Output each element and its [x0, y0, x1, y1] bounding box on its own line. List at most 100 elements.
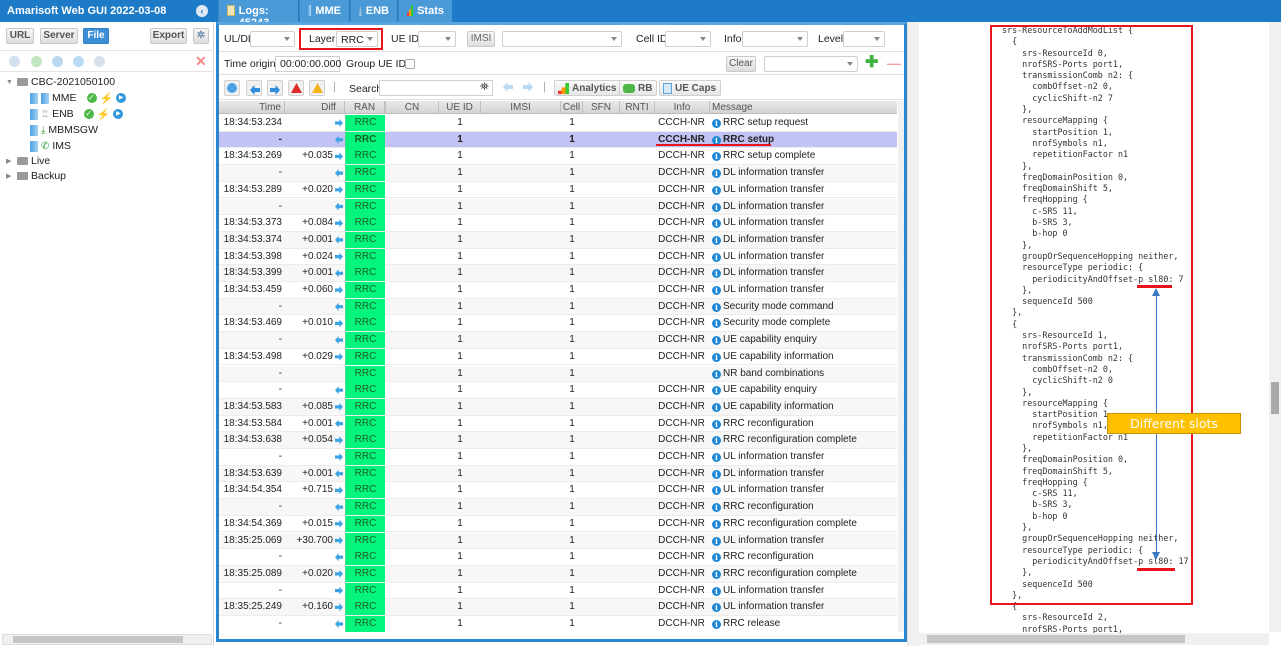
- filter-preset-select[interactable]: [764, 56, 858, 72]
- file-button[interactable]: File: [83, 28, 109, 44]
- table-row[interactable]: 18:34:53.459 +0.060 RRC 1 1 DCCH-NR i UL inform…: [219, 282, 897, 299]
- warning-icon[interactable]: [309, 80, 325, 96]
- arrow-right-icon[interactable]: [267, 80, 283, 96]
- table-row[interactable]: 18:35:25.249 +0.160 RRC 1 1 DCCH-NR i UL inform…: [219, 599, 897, 616]
- tree-node-live[interactable]: ▶ Live: [6, 154, 50, 168]
- tab-stats[interactable]: Stats: [398, 0, 452, 22]
- column-header-diff[interactable]: Diff: [285, 101, 345, 114]
- table-row[interactable]: 18:34:53.374 +0.001 RRC 1 1 DCCH-NR i DL inform…: [219, 231, 897, 249]
- tab-enb[interactable]: ENB: [350, 0, 397, 22]
- column-header-time[interactable]: Time: [219, 101, 285, 114]
- column-header-imsi[interactable]: IMSI: [481, 101, 561, 114]
- table-row[interactable]: - RRC 1 1 DCCH-NR i DL information transfer: [219, 165, 897, 182]
- table-row[interactable]: - RRC 1 1 DCCH-NR i DL information transfer: [219, 198, 897, 216]
- tab-logs[interactable]: Logs: 45243: [218, 0, 298, 29]
- check-icon[interactable]: [31, 56, 42, 67]
- tree-node-root[interactable]: ▼ CBC-2021050100: [6, 75, 115, 89]
- plug-icon[interactable]: [94, 56, 105, 67]
- table-row[interactable]: 18:34:53.639 +0.001 RRC 1 1 DCCH-NR i DL inform…: [219, 465, 897, 483]
- tree-node-ims[interactable]: ✆ IMS: [30, 139, 71, 153]
- table-row[interactable]: 18:34:54.369 +0.015 RRC 1 1 DCCH-NR i RRC recon…: [219, 515, 897, 533]
- binoculars-icon[interactable]: ⛯: [480, 81, 489, 94]
- refresh-icon[interactable]: [52, 56, 63, 67]
- collapse-left-panel-icon[interactable]: ‹: [196, 5, 208, 17]
- play-icon[interactable]: [73, 56, 84, 67]
- analytics-button[interactable]: Analytics: [554, 80, 622, 96]
- table-row[interactable]: 18:34:53.234 RRC 1 1 CCCH-NR i RRC setup reque…: [219, 115, 897, 132]
- detail-horizontal-scrollbar[interactable]: [919, 633, 1269, 645]
- table-row[interactable]: 18:34:53.638 +0.054 RRC 1 1 DCCH-NR i RRC recon…: [219, 432, 897, 449]
- export-button[interactable]: Export: [150, 28, 187, 44]
- table-row[interactable]: 18:34:53.469 +0.010 RRC 1 1 DCCH-NR i Security …: [219, 315, 897, 333]
- table-row[interactable]: - RRC 1 1 DCCH-NR i UL information transfer: [219, 449, 897, 466]
- scrollbar-thumb[interactable]: [13, 636, 183, 643]
- table-row[interactable]: 18:34:53.498 +0.029 RRC 1 1 DCCH-NR i UE capabi…: [219, 348, 897, 366]
- table-row[interactable]: - RRC 1 1 DCCH-NR i UE capability enquiry: [219, 382, 897, 399]
- table-row[interactable]: 18:34:54.354 +0.715 RRC 1 1 DCCH-NR i UL inform…: [219, 482, 897, 500]
- tree-node-backup[interactable]: ▶ Backup: [6, 169, 66, 183]
- info-select[interactable]: [742, 31, 808, 47]
- table-row[interactable]: 18:34:53.584 +0.001 RRC 1 1 DCCH-NR i RRC recon…: [219, 415, 897, 433]
- table-row[interactable]: - RRC 1 1 DCCH-NR i RRC reconfiguration: [219, 499, 897, 516]
- error-icon[interactable]: [288, 80, 304, 96]
- table-row[interactable]: 18:34:53.269 +0.035 RRC 1 1 DCCH-NR i RRC setup…: [219, 148, 897, 166]
- url-button[interactable]: URL: [6, 28, 34, 44]
- ueid-select[interactable]: [418, 31, 456, 47]
- imsi-button[interactable]: IMSI: [467, 31, 495, 47]
- table-row[interactable]: 18:34:53.373 +0.084 RRC 1 1 DCCH-NR i UL inform…: [219, 215, 897, 232]
- table-row[interactable]: 18:34:53.583 +0.085 RRC 1 1 DCCH-NR i UE capabi…: [219, 398, 897, 416]
- table-row[interactable]: 18:34:53.398 +0.024 RRC 1 1 DCCH-NR i UL inform…: [219, 248, 897, 266]
- add-icon[interactable]: ✚: [865, 55, 878, 71]
- column-header-rnti[interactable]: RNTI: [620, 101, 655, 114]
- table-row[interactable]: 18:34:53.399 +0.001 RRC 1 1 DCCH-NR i DL inform…: [219, 265, 897, 282]
- remove-icon[interactable]: —: [887, 55, 901, 71]
- column-header-sfn[interactable]: SFN: [583, 101, 620, 114]
- level-select[interactable]: [843, 31, 885, 47]
- server-button[interactable]: Server: [40, 28, 78, 44]
- table-row[interactable]: - RRC 1 1 DCCH-NR i RRC reconfiguration: [219, 549, 897, 566]
- expand-icon[interactable]: ▶: [6, 172, 14, 180]
- expand-icon[interactable]: ▶: [6, 157, 14, 165]
- detail-vertical-scrollbar[interactable]: [1269, 22, 1281, 632]
- column-header-cell[interactable]: Cell: [561, 101, 583, 114]
- scrollbar-thumb[interactable]: [1271, 382, 1279, 414]
- table-row[interactable]: - RRC 1 1 CCCH-NR i RRC setup: [219, 131, 897, 149]
- uldl-select[interactable]: [250, 31, 295, 47]
- expand-icon[interactable]: ▼: [6, 79, 14, 86]
- settings-button[interactable]: ✲: [193, 28, 209, 44]
- tree-node-mbmsgw[interactable]: ⤓ MBMSGW: [30, 123, 98, 137]
- left-horizontal-scrollbar[interactable]: [2, 634, 212, 645]
- panel-splitter[interactable]: [907, 22, 919, 646]
- table-row[interactable]: - RRC 1 1 i NR band combinations: [219, 365, 897, 383]
- delete-icon[interactable]: ✕: [195, 53, 207, 70]
- play-icon[interactable]: ▶: [116, 93, 127, 103]
- table-row[interactable]: - RRC 1 1 DCCH-NR i RRC release: [219, 616, 897, 632]
- group-ueid-checkbox[interactable]: [405, 59, 415, 69]
- ue-caps-button[interactable]: UE Caps: [659, 80, 722, 96]
- column-header-cn[interactable]: CN: [385, 101, 439, 114]
- imsi-select[interactable]: [502, 31, 622, 47]
- search-next-icon[interactable]: [523, 82, 533, 92]
- column-header-ran[interactable]: RAN: [345, 101, 385, 114]
- layer-select[interactable]: RRC: [336, 31, 378, 47]
- table-row[interactable]: 18:35:25.069 +30.700 RRC 1 1 DCCH-NR i UL infor…: [219, 532, 897, 550]
- column-header-ueid[interactable]: UE ID: [439, 101, 481, 114]
- rb-button[interactable]: RB: [619, 80, 658, 96]
- table-row[interactable]: - RRC 1 1 DCCH-NR i Security mode command: [219, 298, 897, 316]
- wrench-icon[interactable]: [9, 56, 20, 67]
- clear-button[interactable]: Clear: [726, 56, 756, 72]
- tree-node-mme[interactable]: MME ✓ ⚡ ▶: [30, 91, 127, 105]
- table-row[interactable]: 18:34:53.289 +0.020 RRC 1 1 DCCH-NR i UL inform…: [219, 181, 897, 199]
- time-origin-input[interactable]: 00:00:00.000: [275, 56, 341, 72]
- cellid-select[interactable]: [665, 31, 711, 47]
- search-prev-icon[interactable]: [503, 82, 513, 92]
- table-row[interactable]: - RRC 1 1 DCCH-NR i UE capability enquiry: [219, 332, 897, 349]
- scrollbar-thumb[interactable]: [927, 635, 1185, 643]
- tab-mme[interactable]: MME: [299, 0, 349, 22]
- column-header-message[interactable]: Message: [710, 101, 897, 114]
- table-row[interactable]: 18:35:25.089 +0.020 RRC 1 1 DCCH-NR i RRC recon…: [219, 565, 897, 583]
- table-row[interactable]: - RRC 1 1 DCCH-NR i UL information transfer: [219, 582, 897, 600]
- log-vertical-scrollbar[interactable]: [898, 101, 904, 632]
- play-icon[interactable]: ▶: [113, 109, 124, 119]
- column-header-info[interactable]: Info: [655, 101, 710, 114]
